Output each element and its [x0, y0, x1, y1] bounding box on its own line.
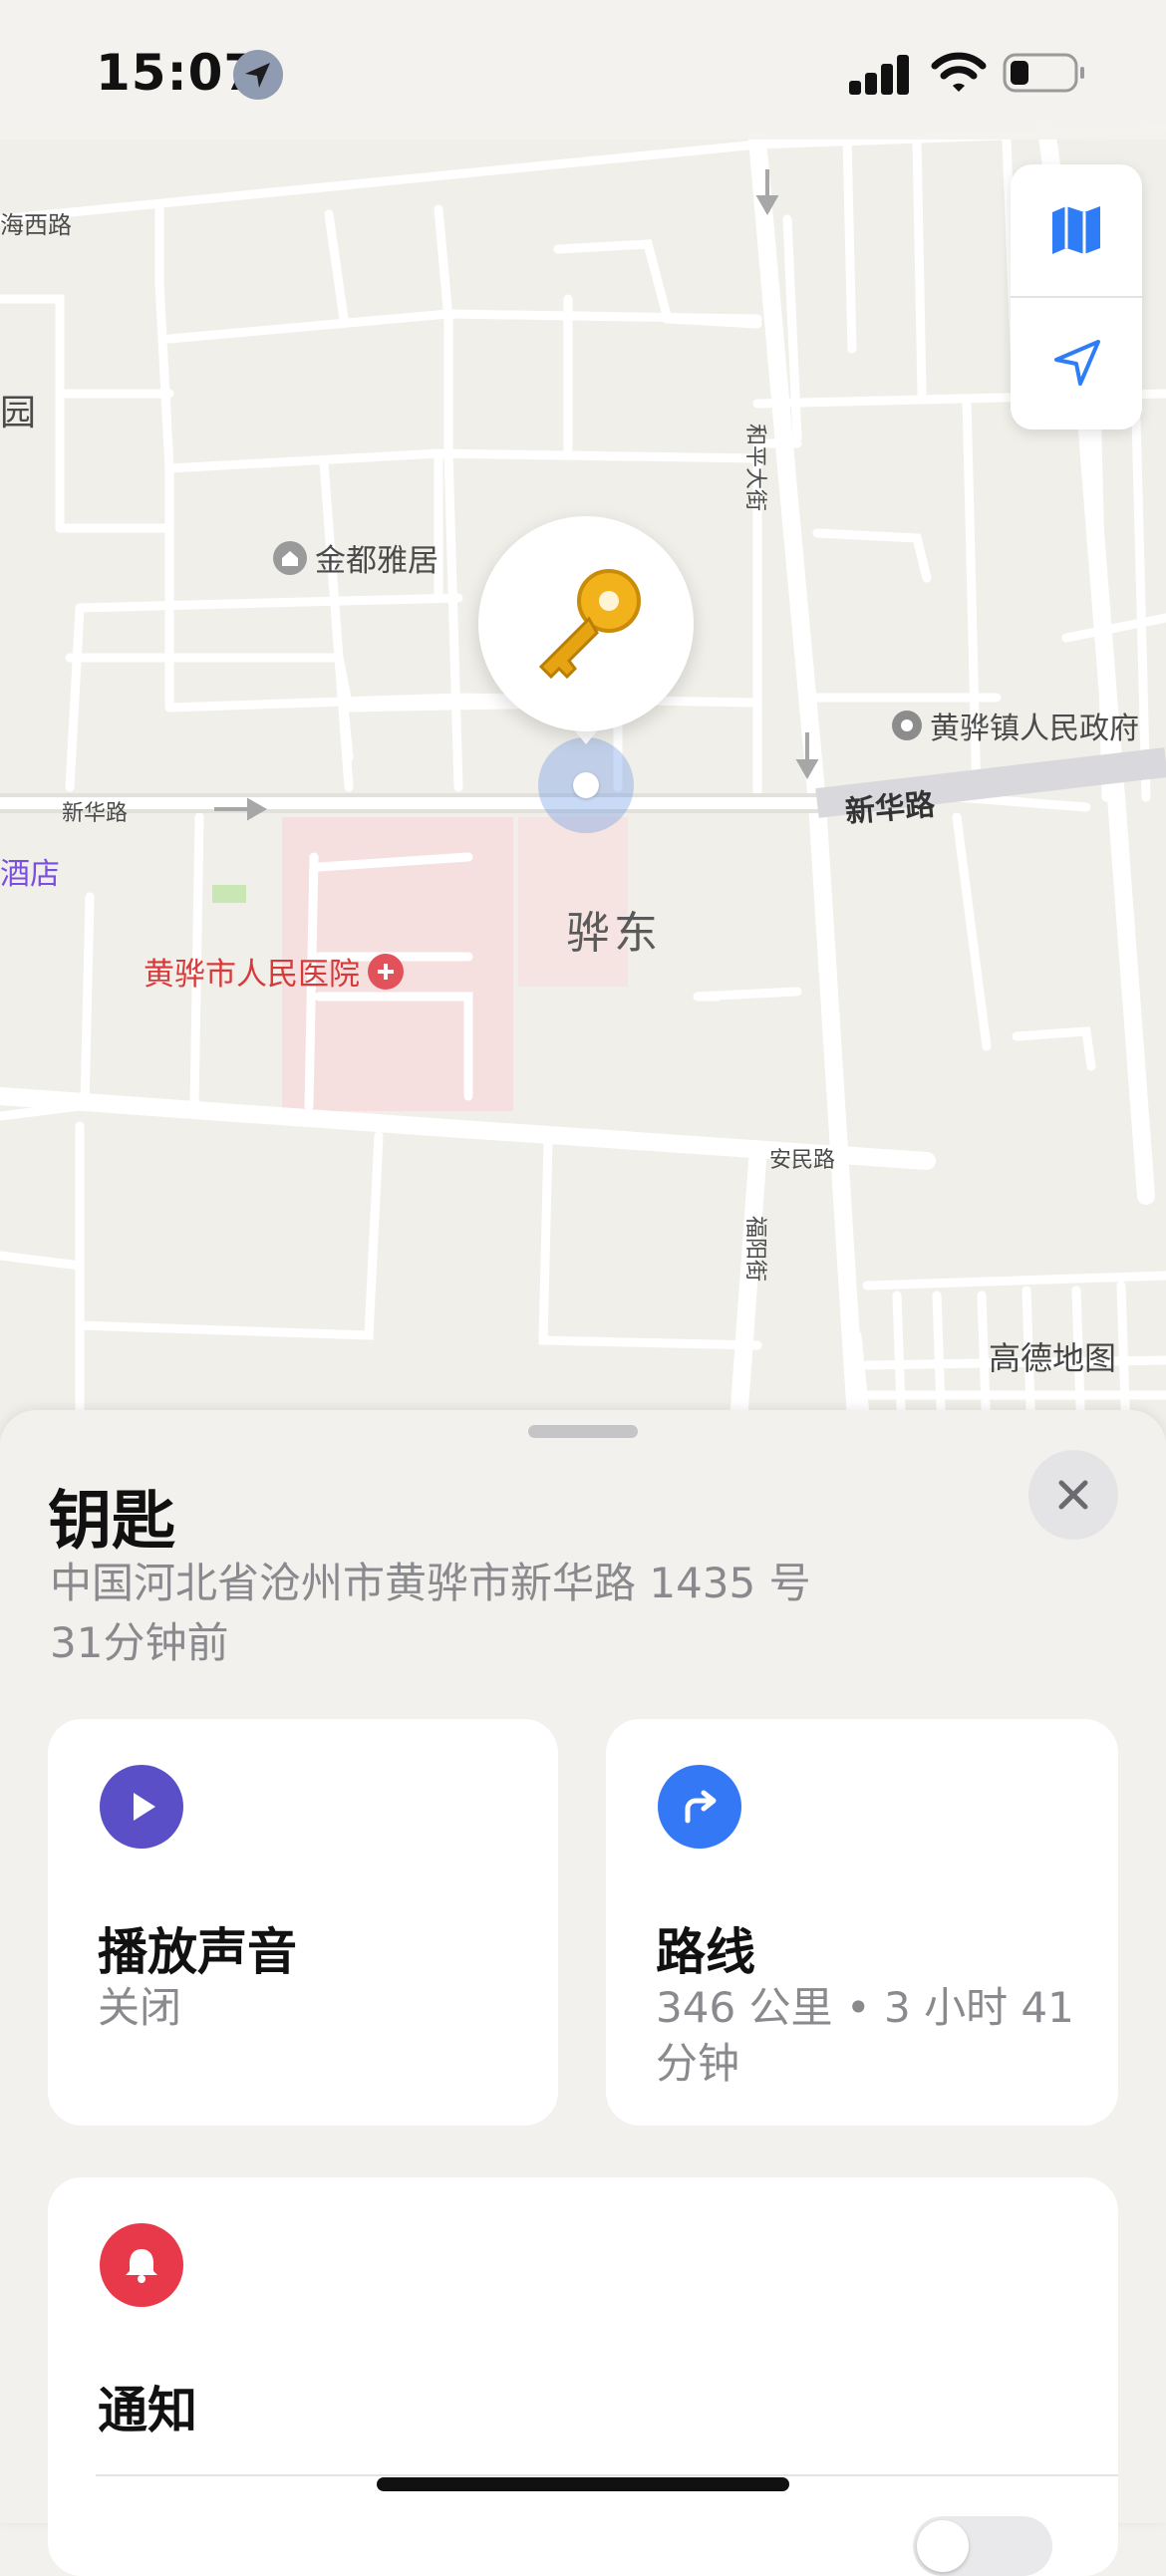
battery-icon — [1003, 53, 1084, 93]
home-indicator[interactable] — [377, 2477, 789, 2491]
poi-dot-icon — [892, 711, 922, 740]
bell-icon — [100, 2223, 183, 2307]
road-label-top-left: 海西路 — [0, 211, 72, 239]
road-label-xinhua-left: 新华路 — [62, 801, 129, 826]
road-label-heping: 和平大街 — [742, 424, 767, 512]
poi-hotel-edge: 酒店 — [0, 857, 60, 892]
item-detail-sheet: 钥匙 中国河北省沧州市黄骅市新华路 1435 号 31分钟前 播放声音 关闭 路… — [0, 1410, 1166, 2576]
map-icon — [1052, 206, 1100, 254]
toggle-knob — [917, 2520, 969, 2572]
key-icon — [538, 569, 641, 680]
turn-right-icon — [658, 1765, 741, 1849]
item-address: 中国河北省沧州市黄骅市新华路 1435 号 — [50, 1559, 811, 1607]
map-controls — [1011, 164, 1142, 429]
directions-distance-time: 346 公里 • 3 小时 41 分钟 — [656, 1983, 1074, 2088]
item-last-seen: 31分钟前 — [50, 1618, 229, 1667]
road-label-xinhua-right: 新华路 — [843, 787, 937, 830]
poi-jindu[interactable]: 金都雅居 — [273, 535, 438, 580]
status-bar: 15:07 — [0, 0, 1166, 140]
notifications-divider — [96, 2474, 1118, 2476]
poi-hospital-label: 黄骅市人民医院 — [144, 957, 360, 993]
map-provider-logo: 高德地图 — [989, 1339, 1117, 1377]
road-label-anmin: 安民路 — [769, 1148, 836, 1173]
directions-card[interactable]: 路线 346 公里 • 3 小时 41 分钟 — [606, 1719, 1118, 2126]
play-sound-status: 关闭 — [98, 1983, 182, 2032]
road-label-fuyang: 福阳街 — [742, 1216, 767, 1283]
notification-toggle[interactable] — [913, 2516, 1052, 2576]
location-dot — [573, 772, 599, 798]
item-pin[interactable] — [478, 516, 694, 731]
poi-hospital[interactable]: 黄骅市人民医院 — [144, 949, 404, 994]
district-label: 骅东 — [566, 908, 662, 959]
location-services-icon — [233, 50, 283, 100]
play-sound-card[interactable]: 播放声音 关闭 — [48, 1719, 558, 2126]
notifications-card: 通知 — [48, 2177, 1118, 2576]
poi-jindu-label: 金都雅居 — [315, 543, 438, 579]
sheet-grabber[interactable] — [528, 1425, 638, 1438]
directions-title: 路线 — [656, 1923, 755, 1981]
close-icon — [1058, 1480, 1088, 1510]
wifi-icon — [931, 52, 987, 92]
location-arrow-icon — [1054, 340, 1100, 386]
map-label-edge-yuan: 园 — [0, 393, 37, 433]
item-title: 钥匙 — [48, 1485, 175, 1559]
cellular-signal-icon — [849, 55, 909, 95]
play-sound-title: 播放声音 — [98, 1923, 297, 1981]
notifications-title: 通知 — [98, 2382, 197, 2439]
locate-me-button[interactable] — [1011, 298, 1142, 429]
hospital-cross-icon — [368, 953, 404, 990]
poi-gov[interactable]: 黄骅镇人民政府 — [892, 704, 1139, 747]
poi-home-icon — [273, 540, 307, 575]
play-icon — [100, 1765, 183, 1849]
close-button[interactable] — [1028, 1450, 1118, 1540]
map-mode-button[interactable] — [1011, 164, 1142, 296]
map-view[interactable]: 海西路 园 金都雅居 和平大街 黄骅镇人民政府 新华路 新华路 酒店 骅东 黄骅… — [0, 0, 1166, 1435]
poi-gov-label: 黄骅镇人民政府 — [930, 712, 1139, 746]
